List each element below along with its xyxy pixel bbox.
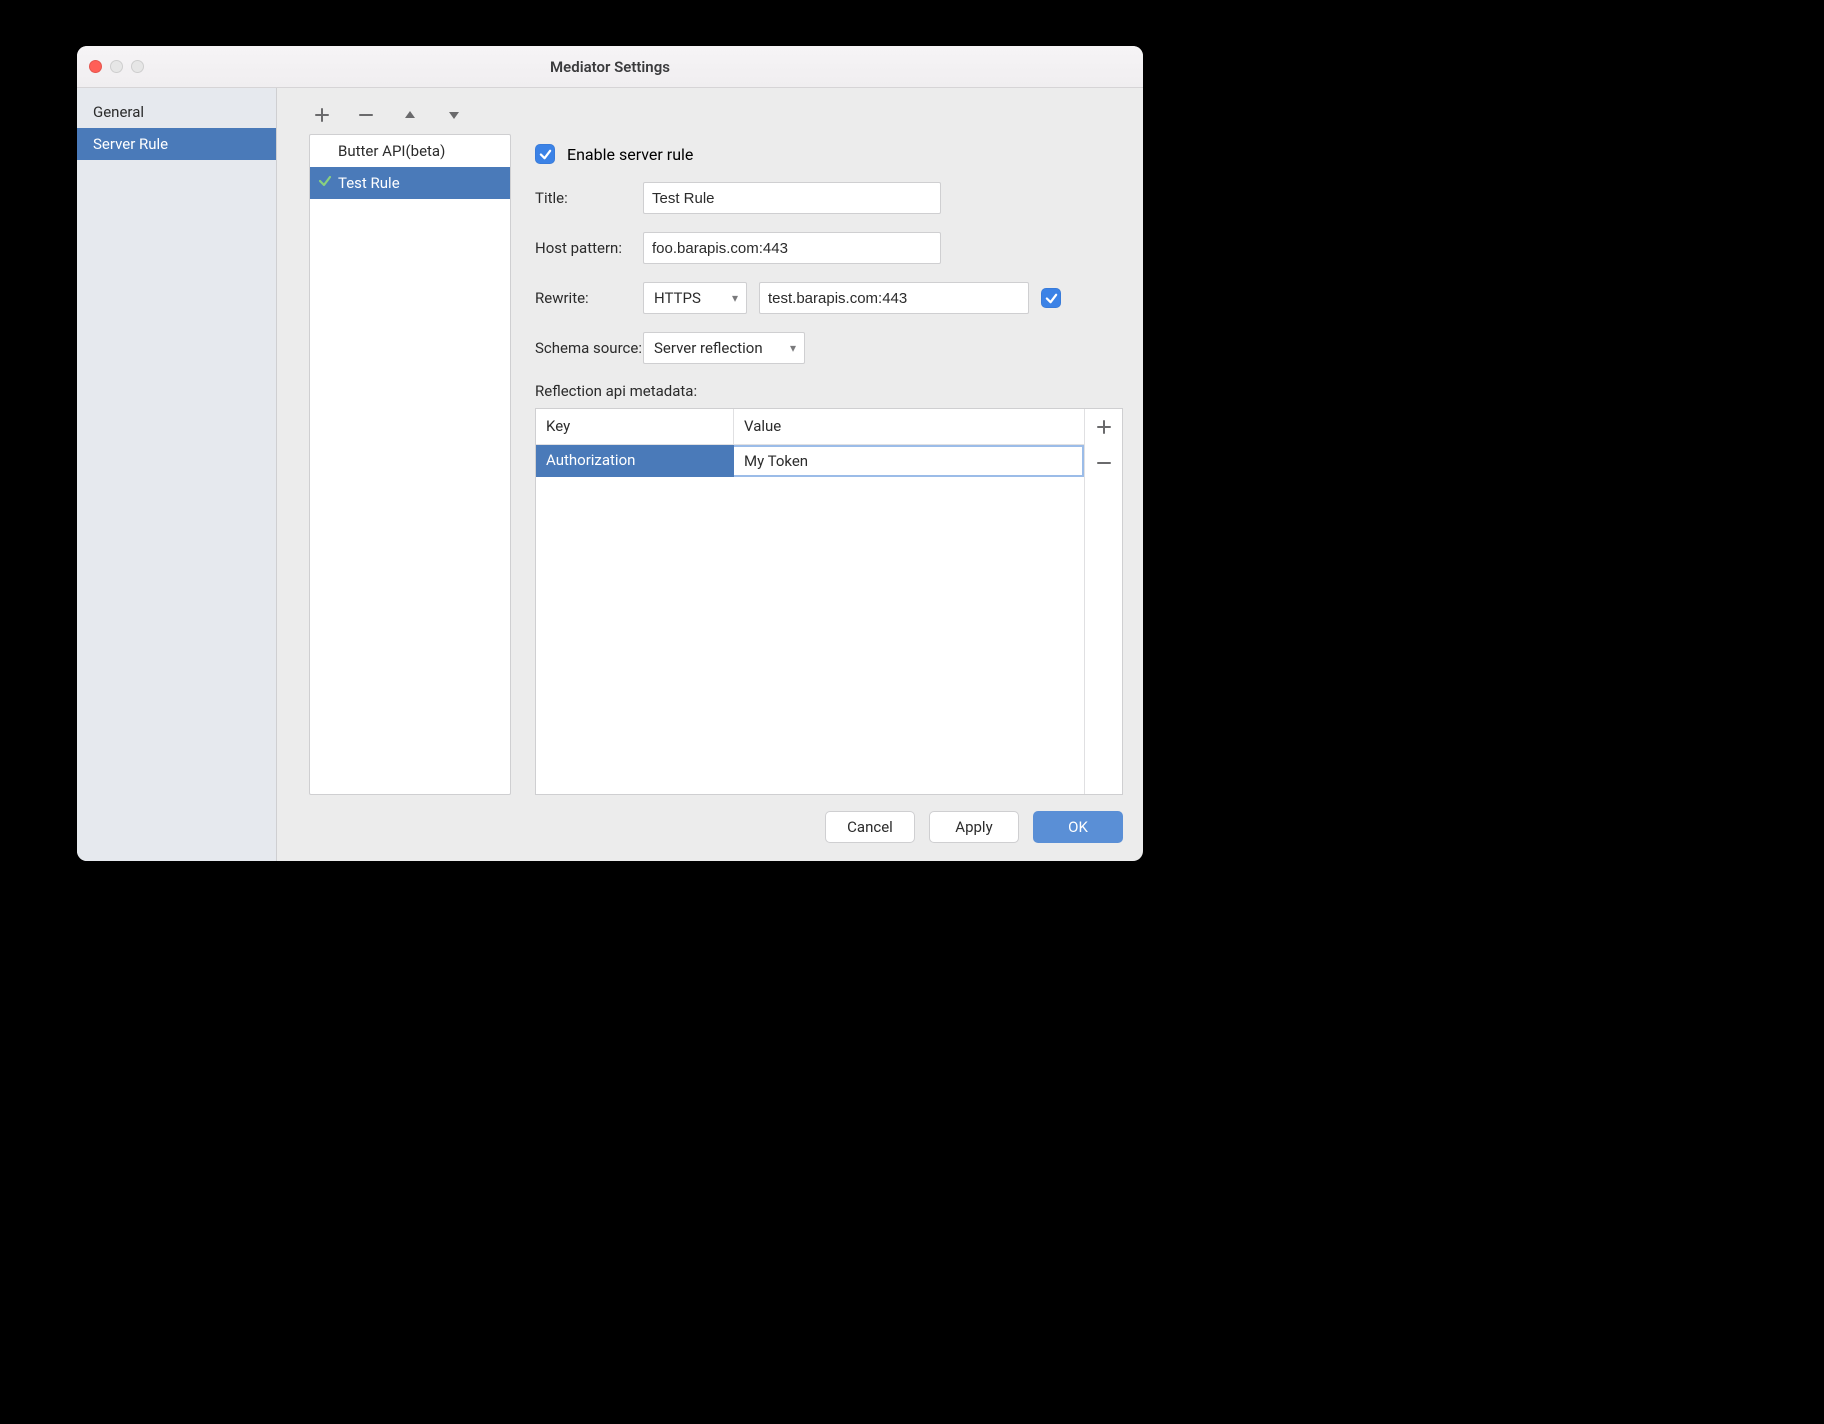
triangle-up-icon — [404, 110, 416, 120]
rewrite-scheme-select[interactable]: HTTPS — [643, 282, 747, 314]
close-window-button[interactable] — [89, 60, 102, 73]
add-rule-button[interactable] — [313, 106, 331, 124]
metadata-row[interactable]: Authorization My Token — [536, 445, 1084, 477]
window-title: Mediator Settings — [77, 58, 1143, 76]
enable-rule-checkbox[interactable] — [535, 144, 555, 164]
ok-button[interactable]: OK — [1033, 811, 1123, 843]
move-rule-up-button[interactable] — [401, 106, 419, 124]
plus-icon — [315, 108, 329, 122]
rule-item-label: Test Rule — [338, 174, 400, 192]
sidebar-item-general[interactable]: General — [77, 96, 276, 128]
schema-source-select[interactable]: Server reflection — [643, 332, 805, 364]
rewrite-host-input[interactable] — [759, 282, 1029, 314]
remove-rule-button[interactable] — [357, 106, 375, 124]
metadata-header-key: Key — [536, 409, 734, 444]
rule-item-label: Butter API(beta) — [338, 142, 445, 160]
metadata-side-buttons — [1084, 409, 1122, 794]
move-rule-down-button[interactable] — [445, 106, 463, 124]
metadata-row-key[interactable]: Authorization — [536, 445, 734, 477]
check-icon — [1045, 292, 1058, 305]
schema-source-label: Schema source: — [535, 339, 643, 357]
metadata-add-button[interactable] — [1085, 409, 1122, 445]
rewrite-enable-checkbox[interactable] — [1041, 288, 1061, 308]
footer: Cancel Apply OK — [277, 805, 1143, 861]
metadata-header-value: Value — [734, 409, 1084, 444]
metadata-remove-button[interactable] — [1085, 445, 1122, 481]
rule-item-test-rule[interactable]: Test Rule — [310, 167, 510, 199]
host-row: Host pattern: — [535, 232, 1123, 264]
triangle-down-icon — [448, 110, 460, 120]
metadata-row-value-cell[interactable]: My Token — [734, 445, 1084, 477]
metadata-label: Reflection api metadata: — [535, 382, 1123, 400]
rule-item-butter-api[interactable]: Butter API(beta) — [310, 135, 510, 167]
schema-row: Schema source: Server reflection — [535, 332, 1123, 364]
metadata-header: Key Value — [536, 409, 1084, 445]
zoom-window-button[interactable] — [131, 60, 144, 73]
rule-form: Enable server rule Title: Host pattern: … — [535, 98, 1123, 795]
title-label: Title: — [535, 189, 643, 207]
title-input[interactable] — [643, 182, 941, 214]
window-body: General Server Rule — [77, 88, 1143, 861]
host-pattern-input[interactable] — [643, 232, 941, 264]
metadata-table[interactable]: Key Value Authorization My Token — [536, 409, 1084, 794]
metadata-row-value: My Token — [744, 452, 808, 470]
title-row: Title: — [535, 182, 1123, 214]
traffic-lights — [77, 60, 144, 73]
cancel-button[interactable]: Cancel — [825, 811, 915, 843]
rewrite-scheme-value: HTTPS — [654, 289, 701, 307]
host-pattern-label: Host pattern: — [535, 239, 643, 257]
minimize-window-button[interactable] — [110, 60, 123, 73]
content: Butter API(beta) Test Rule — [277, 88, 1143, 805]
titlebar: Mediator Settings — [77, 46, 1143, 88]
rule-toolbar — [309, 98, 511, 134]
minus-icon — [359, 108, 373, 122]
minus-icon — [1097, 456, 1111, 470]
check-icon — [539, 148, 552, 161]
rewrite-row: Rewrite: HTTPS — [535, 282, 1123, 314]
sidebar: General Server Rule — [77, 88, 277, 861]
check-icon — [318, 174, 332, 192]
rule-column: Butter API(beta) Test Rule — [309, 98, 511, 795]
main-panel: Butter API(beta) Test Rule — [277, 88, 1143, 861]
sidebar-item-server-rule[interactable]: Server Rule — [77, 128, 276, 160]
schema-source-value: Server reflection — [654, 339, 763, 357]
metadata-table-area: Key Value Authorization My Token — [535, 408, 1123, 795]
plus-icon — [1097, 420, 1111, 434]
rewrite-label: Rewrite: — [535, 289, 643, 307]
enable-rule-label: Enable server rule — [567, 145, 693, 164]
enable-row: Enable server rule — [535, 144, 1123, 164]
settings-window: Mediator Settings General Server Rule — [77, 46, 1143, 861]
apply-button[interactable]: Apply — [929, 811, 1019, 843]
rule-list[interactable]: Butter API(beta) Test Rule — [309, 134, 511, 795]
